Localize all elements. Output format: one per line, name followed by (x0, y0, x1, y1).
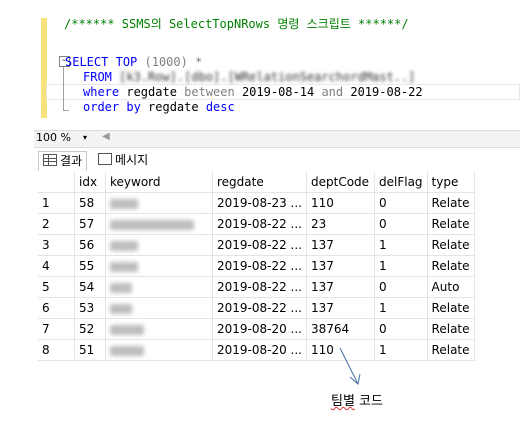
table-row[interactable]: 1 58 2019-08-23 ... 110 0 Relate (38, 192, 475, 214)
redacted-keyword (110, 324, 144, 335)
idx-cell[interactable]: 58 (74, 192, 106, 214)
row-number-cell[interactable]: 8 (38, 339, 75, 361)
grid-header-row: idx keyword regdate deptCode delFlag typ… (38, 172, 475, 193)
annotation-arrow (339, 347, 361, 385)
keyword-cell[interactable] (105, 318, 213, 340)
delflag-cell[interactable]: 0 (374, 213, 428, 235)
keyword-cell[interactable] (105, 255, 213, 277)
type-cell[interactable]: Relate (427, 213, 475, 235)
regdate-cell[interactable]: 2019-08-20 ... (212, 339, 307, 361)
idx-cell[interactable]: 54 (74, 276, 106, 298)
column-header-keyword[interactable]: keyword (105, 172, 213, 193)
idx-cell[interactable]: 52 (74, 318, 106, 340)
delflag-cell[interactable]: 0 (374, 276, 428, 298)
idx-cell[interactable]: 57 (74, 213, 106, 235)
table-row[interactable]: 4 55 2019-08-22 ... 137 1 Relate (38, 255, 475, 277)
type-cell[interactable]: Relate (427, 255, 475, 277)
table-row[interactable]: 7 52 2019-08-20 ... 38764 0 Relate (38, 318, 475, 340)
table-row[interactable]: 3 56 2019-08-22 ... 137 1 Relate (38, 234, 475, 256)
deptcode-cell[interactable]: 23 (306, 213, 375, 235)
redacted-keyword (110, 282, 132, 293)
row-number-cell[interactable]: 1 (38, 192, 75, 214)
table-row[interactable]: 8 51 2019-08-20 ... 110 1 Relate (38, 339, 475, 361)
deptcode-cell[interactable]: 137 (306, 255, 375, 277)
tab-results[interactable]: 결과 (38, 151, 88, 171)
redacted-keyword (110, 219, 194, 230)
row-number-cell[interactable]: 7 (38, 318, 75, 340)
type-cell[interactable]: Auto (427, 276, 475, 298)
regdate-cell[interactable]: 2019-08-23 ... (212, 192, 307, 214)
redacted-keyword (110, 240, 138, 251)
row-number-cell[interactable]: 5 (38, 276, 75, 298)
annotation-label: 팀별 코드 (331, 394, 383, 409)
row-number-cell[interactable]: 2 (38, 213, 75, 235)
scroll-left-icon[interactable]: ◀ (102, 131, 110, 142)
table-row[interactable]: 5 54 2019-08-22 ... 137 0 Auto (38, 276, 475, 298)
idx-cell[interactable]: 53 (74, 297, 106, 319)
zoom-dropdown-icon[interactable]: ▾ (83, 132, 87, 144)
deptcode-cell[interactable]: 137 (306, 234, 375, 256)
row-number-header[interactable] (38, 172, 75, 193)
idx-cell[interactable]: 55 (74, 255, 106, 277)
delflag-cell[interactable]: 1 (374, 234, 428, 256)
delflag-cell[interactable]: 1 (374, 297, 428, 319)
code-line-from: FROM [k3.Row].[dbo].[WRelationSearchordM… (83, 70, 416, 84)
fold-guide (63, 67, 64, 111)
message-icon (98, 153, 112, 165)
row-number-cell[interactable]: 4 (38, 255, 75, 277)
deptcode-cell[interactable]: 110 (306, 192, 375, 214)
delflag-cell[interactable]: 1 (374, 339, 428, 361)
column-header-type[interactable]: type (427, 172, 475, 193)
grid-icon (43, 154, 57, 166)
change-tracking-bar (41, 18, 47, 118)
keyword-cell[interactable] (105, 276, 213, 298)
redacted-keyword (110, 261, 138, 272)
keyword-cell[interactable] (105, 213, 213, 235)
table-row[interactable]: 6 53 2019-08-22 ... 137 1 Relate (38, 297, 475, 319)
code-line-select: SELECT TOP (1000) * (65, 55, 203, 69)
idx-cell[interactable]: 56 (74, 234, 106, 256)
regdate-cell[interactable]: 2019-08-22 ... (212, 213, 307, 235)
type-cell[interactable]: Relate (427, 192, 475, 214)
delflag-cell[interactable]: 0 (374, 192, 428, 214)
code-line-where: where regdate between 2019-08-14 and 201… (83, 85, 423, 99)
table-row[interactable]: 2 57 2019-08-22 ... 23 0 Relate (38, 213, 475, 235)
delflag-cell[interactable]: 1 (374, 255, 428, 277)
keyword-cell[interactable] (105, 339, 213, 361)
redacted-table-name: [k3.Row].[dbo].[WRelationSearchordMast..… (111, 70, 416, 84)
redacted-keyword (110, 345, 144, 356)
keyword-cell[interactable] (105, 234, 213, 256)
regdate-cell[interactable]: 2019-08-22 ... (212, 276, 307, 298)
type-cell[interactable]: Relate (427, 234, 475, 256)
type-cell[interactable]: Relate (427, 339, 475, 361)
fold-guide-end (63, 110, 69, 111)
deptcode-cell[interactable]: 137 (306, 276, 375, 298)
type-cell[interactable]: Relate (427, 297, 475, 319)
row-number-cell[interactable]: 3 (38, 234, 75, 256)
column-header-regdate[interactable]: regdate (212, 172, 307, 193)
regdate-cell[interactable]: 2019-08-22 ... (212, 255, 307, 277)
column-header-delflag[interactable]: delFlag (374, 172, 428, 193)
column-header-idx[interactable]: idx (74, 172, 106, 193)
row-number-cell[interactable]: 6 (38, 297, 75, 319)
deptcode-cell[interactable]: 38764 (306, 318, 375, 340)
redacted-keyword (110, 303, 132, 314)
regdate-cell[interactable]: 2019-08-22 ... (212, 234, 307, 256)
deptcode-cell[interactable]: 137 (306, 297, 375, 319)
delflag-cell[interactable]: 0 (374, 318, 428, 340)
code-comment: /****** SSMS의 SelectTopNRows 명령 스크립트 ***… (64, 17, 409, 31)
idx-cell[interactable]: 51 (74, 339, 106, 361)
column-header-deptcode[interactable]: deptCode (306, 172, 375, 193)
type-cell[interactable]: Relate (427, 318, 475, 340)
results-grid[interactable]: idx keyword regdate deptCode delFlag typ… (38, 172, 475, 361)
redacted-keyword (110, 198, 138, 209)
keyword-cell[interactable] (105, 297, 213, 319)
keyword-cell[interactable] (105, 192, 213, 214)
regdate-cell[interactable]: 2019-08-22 ... (212, 297, 307, 319)
tab-messages[interactable]: 메시지 (94, 151, 152, 170)
zoom-level[interactable]: 100 % (36, 131, 71, 145)
code-line-order: order by regdate desc (83, 100, 235, 114)
regdate-cell[interactable]: 2019-08-20 ... (212, 318, 307, 340)
